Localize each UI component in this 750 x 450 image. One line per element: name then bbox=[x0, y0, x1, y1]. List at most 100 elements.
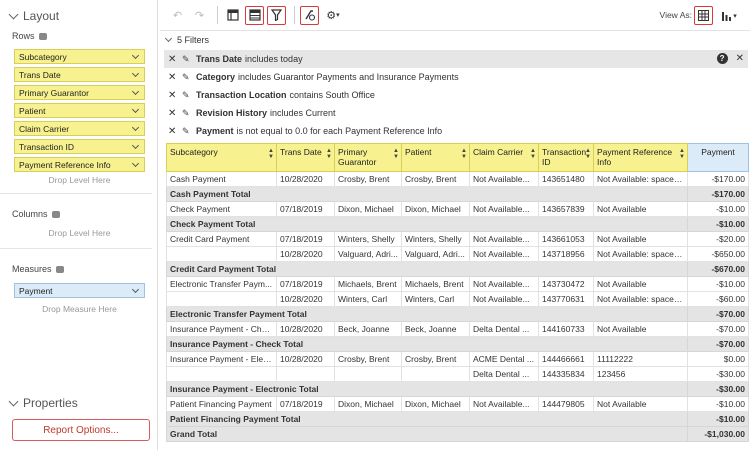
column-header[interactable]: Trans Date ▲ ▼ bbox=[276, 143, 335, 172]
sort-arrows-icon[interactable]: ▲ ▼ bbox=[393, 148, 399, 160]
view-as-chart-icon[interactable]: ▾ bbox=[717, 6, 741, 25]
pencil-icon[interactable]: ✎ bbox=[182, 54, 196, 65]
undo-icon[interactable]: ↶ bbox=[168, 6, 187, 25]
grid-table-icon[interactable] bbox=[245, 5, 264, 25]
layout-section-header[interactable]: Layout bbox=[8, 9, 59, 23]
filters-toggle[interactable]: 5 Filters bbox=[164, 34, 209, 45]
column-header-label: Trans Date bbox=[280, 147, 322, 157]
field-pill[interactable]: Payment Reference Info bbox=[14, 157, 145, 172]
table-cell: Not Available: spaces ... bbox=[593, 246, 688, 262]
table-cell: Winters, Carl bbox=[334, 291, 402, 307]
filter-icon[interactable] bbox=[267, 5, 286, 25]
table-cell: Not Available... bbox=[469, 246, 539, 262]
table-cell: -$30.00 bbox=[687, 366, 749, 382]
table-cell: -$60.00 bbox=[687, 291, 749, 307]
subtotal-row: Credit Card Payment Total -$670.00 bbox=[166, 261, 749, 277]
chevron-down-icon[interactable] bbox=[131, 69, 140, 77]
properties-section-header[interactable]: Properties bbox=[8, 396, 78, 410]
table-cell: Michaels, Brent bbox=[334, 276, 402, 292]
view-as-label: View As: bbox=[659, 10, 692, 20]
field-pill-label: Trans Date bbox=[19, 69, 61, 80]
chevron-down-icon[interactable] bbox=[131, 105, 140, 113]
column-header-label: Subcategory bbox=[170, 147, 218, 157]
filter-list: ✕ ✎ Trans Date includes today? ✕ ✕ ✎ Category in… bbox=[164, 50, 748, 140]
pencil-icon[interactable]: ✎ bbox=[182, 126, 196, 137]
redo-icon[interactable]: ↷ bbox=[190, 6, 209, 25]
column-header[interactable]: Payment Reference Info ▲ ▼ bbox=[593, 143, 688, 172]
table-cell: Winters, Carl bbox=[401, 291, 470, 307]
pencil-icon[interactable]: ✎ bbox=[182, 72, 196, 83]
table-cell: Not Available... bbox=[469, 291, 539, 307]
field-pill[interactable]: Patient bbox=[14, 103, 145, 118]
column-header[interactable]: Payment bbox=[687, 143, 749, 172]
layout-panel-toggle-icon[interactable] bbox=[223, 6, 242, 25]
field-pill-label: Transaction ID bbox=[19, 141, 74, 152]
table-cell: -$10.00 bbox=[687, 201, 749, 217]
subtotal-row: Grand Total -$1,030.00 bbox=[166, 426, 749, 442]
table-cell: Delta Dental ... bbox=[469, 366, 539, 382]
table-cell: Delta Dental ... bbox=[469, 321, 539, 337]
close-icon[interactable]: ✕ bbox=[736, 53, 744, 64]
settings-gear-icon[interactable]: ⚙ ▾ bbox=[322, 6, 344, 25]
rows-drop-zone[interactable]: Drop Level Here bbox=[14, 173, 145, 188]
close-icon[interactable]: ✕ bbox=[168, 126, 182, 137]
filter-condition: includes Guarantor Payments and Insuranc… bbox=[238, 72, 459, 82]
field-pill[interactable]: Subcategory bbox=[14, 49, 145, 64]
sort-arrows-icon[interactable]: ▲ ▼ bbox=[268, 148, 274, 160]
grid-header-row: Subcategory ▲ ▼ Trans Date ▲ ▼ Primary Guarant… bbox=[166, 143, 749, 172]
chevron-down-icon[interactable] bbox=[131, 159, 140, 167]
table-cell: Not Available... bbox=[469, 396, 539, 412]
pencil-icon[interactable]: ✎ bbox=[182, 90, 196, 101]
table-cell: Insurance Payment - Check bbox=[166, 321, 277, 337]
field-pill[interactable]: Transaction ID bbox=[14, 139, 145, 154]
table-cell: Cash Payment bbox=[166, 171, 277, 187]
column-header[interactable]: Patient ▲ ▼ bbox=[401, 143, 470, 172]
sort-arrows-icon[interactable]: ▲ ▼ bbox=[679, 148, 685, 160]
subtotal-row: Cash Payment Total -$170.00 bbox=[166, 186, 749, 202]
table-cell: Not Available bbox=[593, 201, 688, 217]
chevron-down-icon[interactable] bbox=[131, 87, 140, 95]
report-options-button[interactable]: Report Options... bbox=[12, 419, 150, 441]
help-icon[interactable]: ? bbox=[716, 53, 728, 64]
column-header[interactable]: Transaction ID ▲ ▼ bbox=[538, 143, 594, 172]
chevron-down-icon[interactable] bbox=[131, 51, 140, 59]
sort-arrows-icon[interactable]: ▲ ▼ bbox=[326, 148, 332, 160]
columns-drop-zone[interactable]: Drop Level Here bbox=[14, 226, 145, 241]
table-cell: ACME Dental ... bbox=[469, 351, 539, 367]
table-cell: Crosby, Brent bbox=[401, 171, 470, 187]
table-cell bbox=[166, 246, 277, 262]
column-header[interactable]: Claim Carrier ▲ ▼ bbox=[469, 143, 539, 172]
subtotal-value: -$10.00 bbox=[687, 411, 749, 427]
table-cell: -$20.00 bbox=[687, 231, 749, 247]
table-cell: 07/18/2019 bbox=[276, 201, 335, 217]
field-pill-label: Patient bbox=[19, 105, 46, 116]
table-cell: 143718956 bbox=[538, 246, 594, 262]
field-pill[interactable]: Payment bbox=[14, 283, 145, 298]
close-icon[interactable]: ✕ bbox=[168, 90, 182, 101]
sort-arrows-icon[interactable]: ▲ ▼ bbox=[585, 148, 591, 160]
column-header-label: Primary Guarantor bbox=[338, 147, 377, 167]
sort-arrows-icon[interactable]: ▲ ▼ bbox=[461, 148, 467, 160]
subtotal-value: -$10.00 bbox=[687, 216, 749, 232]
table-cell: 10/28/2020 bbox=[276, 291, 335, 307]
close-icon[interactable]: ✕ bbox=[168, 72, 182, 83]
column-header-label: Patient bbox=[405, 147, 432, 157]
chevron-down-icon[interactable] bbox=[131, 285, 140, 293]
close-icon[interactable]: ✕ bbox=[168, 54, 182, 65]
close-icon[interactable]: ✕ bbox=[168, 108, 182, 119]
pencil-icon[interactable]: ✎ bbox=[182, 108, 196, 119]
field-pill[interactable]: Claim Carrier bbox=[14, 121, 145, 136]
field-pill[interactable]: Primary Guarantor bbox=[14, 85, 145, 100]
column-header[interactable]: Primary Guarantor ▲ ▼ bbox=[334, 143, 402, 172]
chevron-down-icon[interactable] bbox=[131, 141, 140, 149]
calculated-field-icon[interactable] bbox=[300, 5, 319, 25]
table-cell: 10/28/2020 bbox=[276, 171, 335, 187]
measures-drop-zone[interactable]: Drop Measure Here bbox=[14, 302, 145, 317]
table-cell: -$10.00 bbox=[687, 276, 749, 292]
sort-arrows-icon[interactable]: ▲ ▼ bbox=[530, 148, 536, 160]
view-as-grid-icon[interactable] bbox=[694, 6, 713, 25]
chevron-down-icon[interactable] bbox=[131, 123, 140, 131]
field-pill[interactable]: Trans Date bbox=[14, 67, 145, 82]
table-row: Cash Payment 10/28/2020 Crosby, Brent Crosb… bbox=[166, 171, 749, 187]
column-header[interactable]: Subcategory ▲ ▼ bbox=[166, 143, 277, 172]
